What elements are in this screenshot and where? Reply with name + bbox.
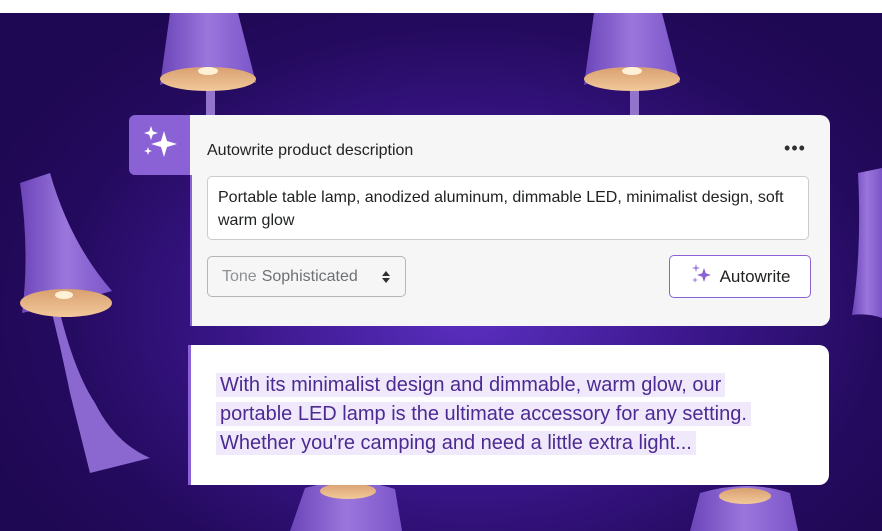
lamp-left bbox=[20, 173, 150, 473]
autowrite-card: Autowrite product description ••• Portab… bbox=[190, 115, 830, 326]
product-details-input[interactable]: Portable table lamp, anodized aluminum, … bbox=[207, 176, 809, 240]
tone-select[interactable]: Tone Sophisticated bbox=[207, 256, 406, 297]
generated-description-card: With its minimalist design and dimmable,… bbox=[188, 345, 829, 485]
lamp-bottom-center bbox=[290, 481, 402, 531]
more-options-icon[interactable]: ••• bbox=[782, 139, 808, 160]
autowrite-label: Autowrite bbox=[719, 266, 791, 286]
tone-label: Tone bbox=[222, 267, 257, 285]
lamp-bottom-right bbox=[690, 486, 798, 531]
tone-value: Sophisticated bbox=[261, 267, 358, 285]
ai-badge bbox=[129, 115, 191, 175]
top-strip bbox=[0, 0, 882, 13]
sparkles-icon bbox=[140, 123, 180, 168]
description-line: Whether you're camping and need a little… bbox=[216, 431, 696, 455]
generated-description: With its minimalist design and dimmable,… bbox=[216, 371, 806, 458]
description-line: With its minimalist design and dimmable,… bbox=[216, 373, 726, 397]
card-title: Autowrite product description bbox=[207, 142, 414, 159]
chevron-updown-icon bbox=[381, 270, 391, 284]
sparkles-icon bbox=[690, 263, 714, 290]
description-line: portable LED lamp is the ultimate access… bbox=[216, 402, 751, 426]
autowrite-button[interactable]: Autowrite bbox=[669, 255, 811, 298]
lamp-right-edge bbox=[852, 168, 882, 318]
